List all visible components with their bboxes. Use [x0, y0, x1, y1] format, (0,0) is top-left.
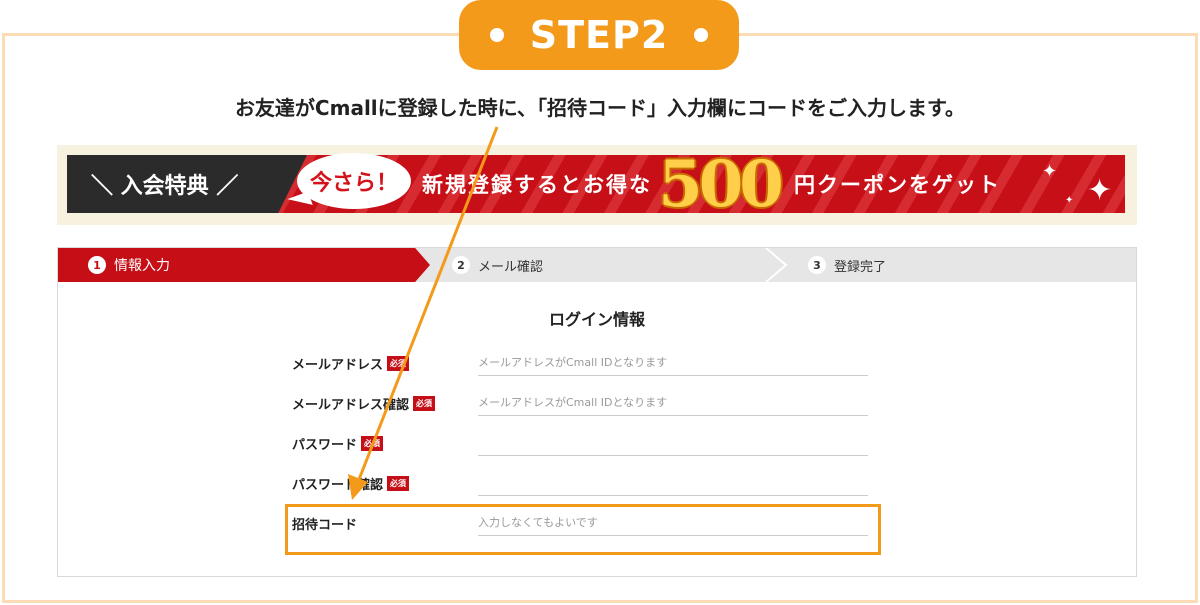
promo-banner[interactable]: ＼ 入会特典 ／ 今さら！ 新規登録するとお得な 500 円クーポンをゲット ✦… [57, 145, 1137, 225]
form-row-email-confirm: メールアドレス確認 必須 [58, 384, 1136, 424]
progress-steps: 1 情報入力 2 メール確認 3 登録完了 [58, 248, 1136, 282]
step-label: 情報入力 [114, 258, 170, 274]
invite-code-highlight [285, 504, 881, 555]
banner-amount: 500 [658, 146, 784, 222]
step-badge: STEP2 [459, 0, 739, 70]
step-label: 登録完了 [834, 259, 887, 275]
step-number: 3 [808, 256, 826, 274]
email-field[interactable] [478, 350, 868, 376]
instruction-text: お友達がCmallに登録した時に、「招待コード」入力欄にコードをご入力します。 [234, 96, 966, 120]
required-badge: 必須 [387, 476, 410, 491]
password-confirm-field[interactable] [478, 470, 868, 496]
email-confirm-field[interactable] [478, 390, 868, 416]
form-row-password: パスワード 必須 [58, 424, 1136, 464]
required-badge: 必須 [361, 436, 384, 451]
bubble-text: 今さら！ [309, 171, 398, 196]
sparkle-icon: ✦ [1087, 173, 1113, 208]
chevron-right-icon [765, 248, 788, 282]
field-label: パスワード確認 必須 [292, 474, 410, 493]
field-label-text: パスワード確認 [292, 478, 384, 493]
banner-tag-label: ＼ 入会特典 ／ [91, 174, 239, 199]
required-badge: 必須 [413, 396, 436, 411]
bullet-dot-icon [694, 28, 709, 42]
step-number: 2 [452, 256, 470, 274]
bullet-dot-icon [489, 28, 504, 42]
password-field[interactable] [478, 430, 868, 456]
required-badge: 必須 [387, 356, 410, 371]
step-badge-label: STEP2 [529, 13, 669, 57]
step-number: 1 [88, 256, 106, 274]
field-label-text: メールアドレス確認 [292, 398, 410, 413]
field-label: メールアドレス確認 必須 [292, 394, 436, 413]
banner-tag: ＼ 入会特典 ／ [67, 155, 307, 213]
step-label: メール確認 [478, 259, 544, 275]
field-label-text: パスワード [292, 438, 358, 453]
section-title: ログイン情報 [548, 310, 645, 329]
speech-bubble: 今さら！ [297, 153, 411, 209]
field-label-text: メールアドレス [292, 358, 384, 373]
field-label: メールアドレス 必須 [292, 354, 410, 373]
banner-text-after: 円クーポンをゲット [794, 173, 1001, 197]
step-item: 3 登録完了 [808, 248, 886, 282]
form-row-password-confirm: パスワード確認 必須 [58, 464, 1136, 504]
banner-text-before: 新規登録するとお得な [422, 173, 652, 197]
field-label: パスワード 必須 [292, 434, 384, 453]
step-item: 2 メール確認 [452, 248, 543, 282]
sparkle-icon: ✦ [1065, 195, 1074, 206]
sparkle-icon: ✦ [1042, 161, 1058, 182]
form-row-email: メールアドレス 必須 [58, 344, 1136, 384]
step-item-active: 1 情報入力 [58, 248, 430, 282]
